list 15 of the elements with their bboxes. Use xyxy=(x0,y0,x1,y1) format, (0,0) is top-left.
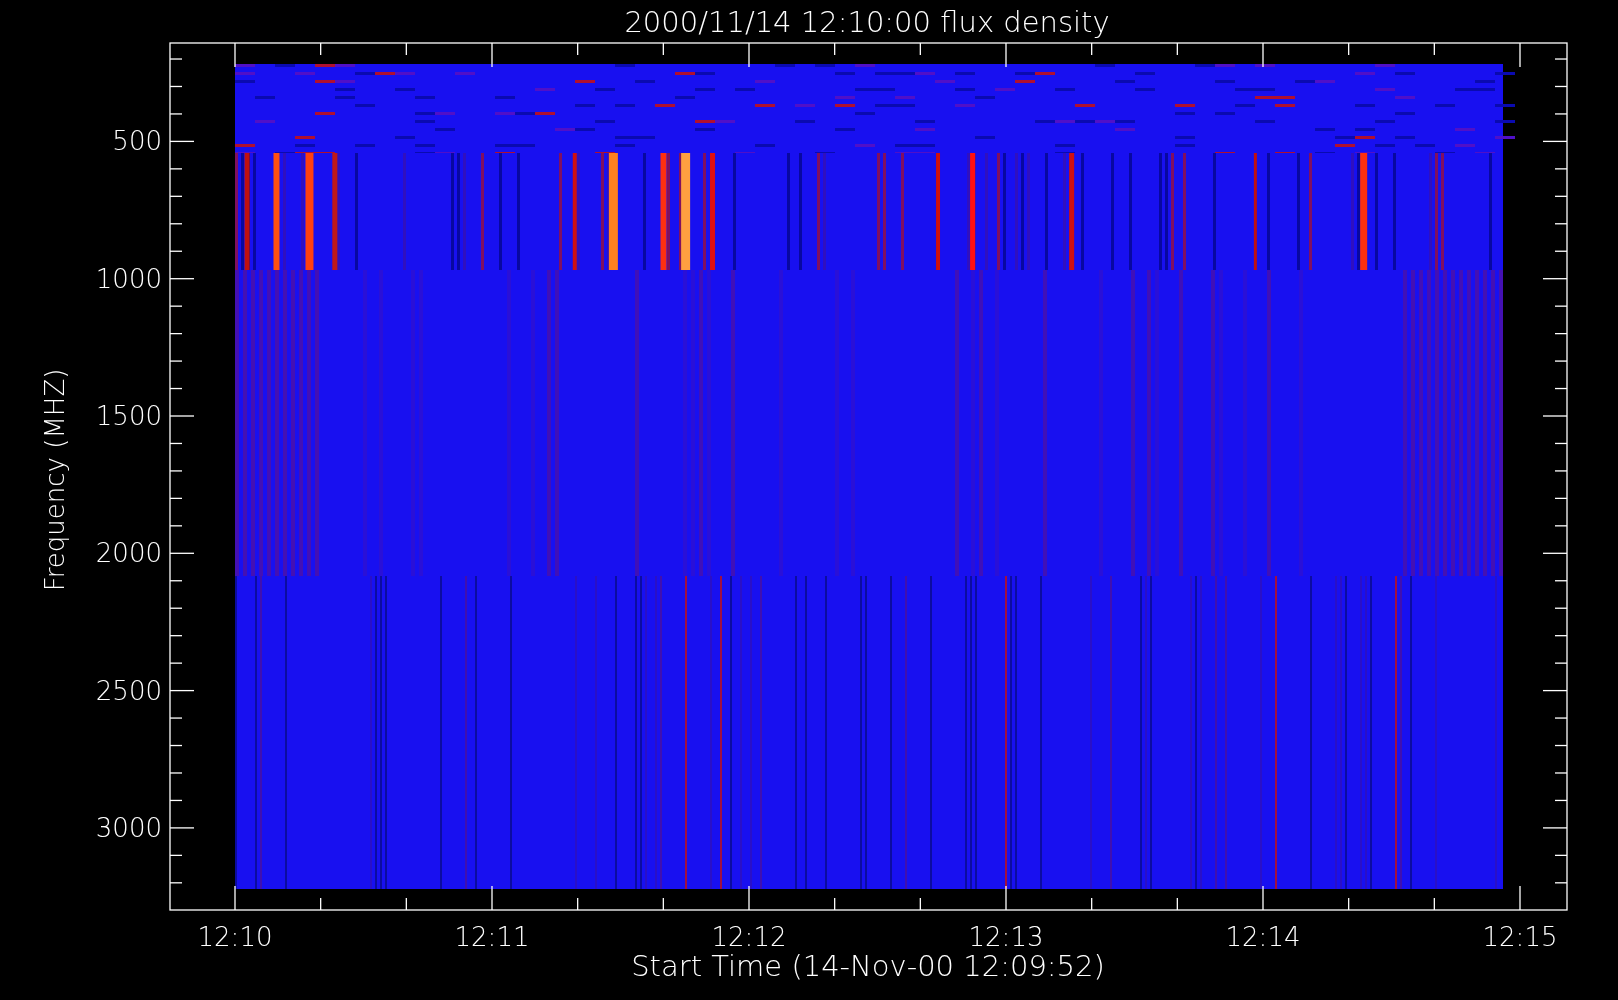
x-axis-title: Start Time (14-Nov-00 12:09:52) xyxy=(631,949,1105,983)
x-tick-label: 12:13 xyxy=(968,922,1044,952)
x-tick-label: 12:15 xyxy=(1482,922,1558,952)
x-tick-label: 12:14 xyxy=(1225,922,1301,952)
y-tick-label: 3000 xyxy=(95,812,162,843)
x-tick-label: 12:10 xyxy=(197,922,273,952)
y-axis-title: Frequency (MHZ) xyxy=(40,368,70,592)
plot-title: 2000/11/14 12:10:00 flux density xyxy=(624,5,1110,39)
x-tick-label: 12:12 xyxy=(711,922,787,952)
y-tick-label: 1000 xyxy=(95,263,162,294)
y-tick-label: 1500 xyxy=(95,401,162,431)
y-tick-label: 500 xyxy=(112,126,162,157)
y-tick-label: 2000 xyxy=(95,538,162,569)
y-tick-label: 2500 xyxy=(95,675,162,706)
x-tick-label: 12:11 xyxy=(454,922,530,952)
